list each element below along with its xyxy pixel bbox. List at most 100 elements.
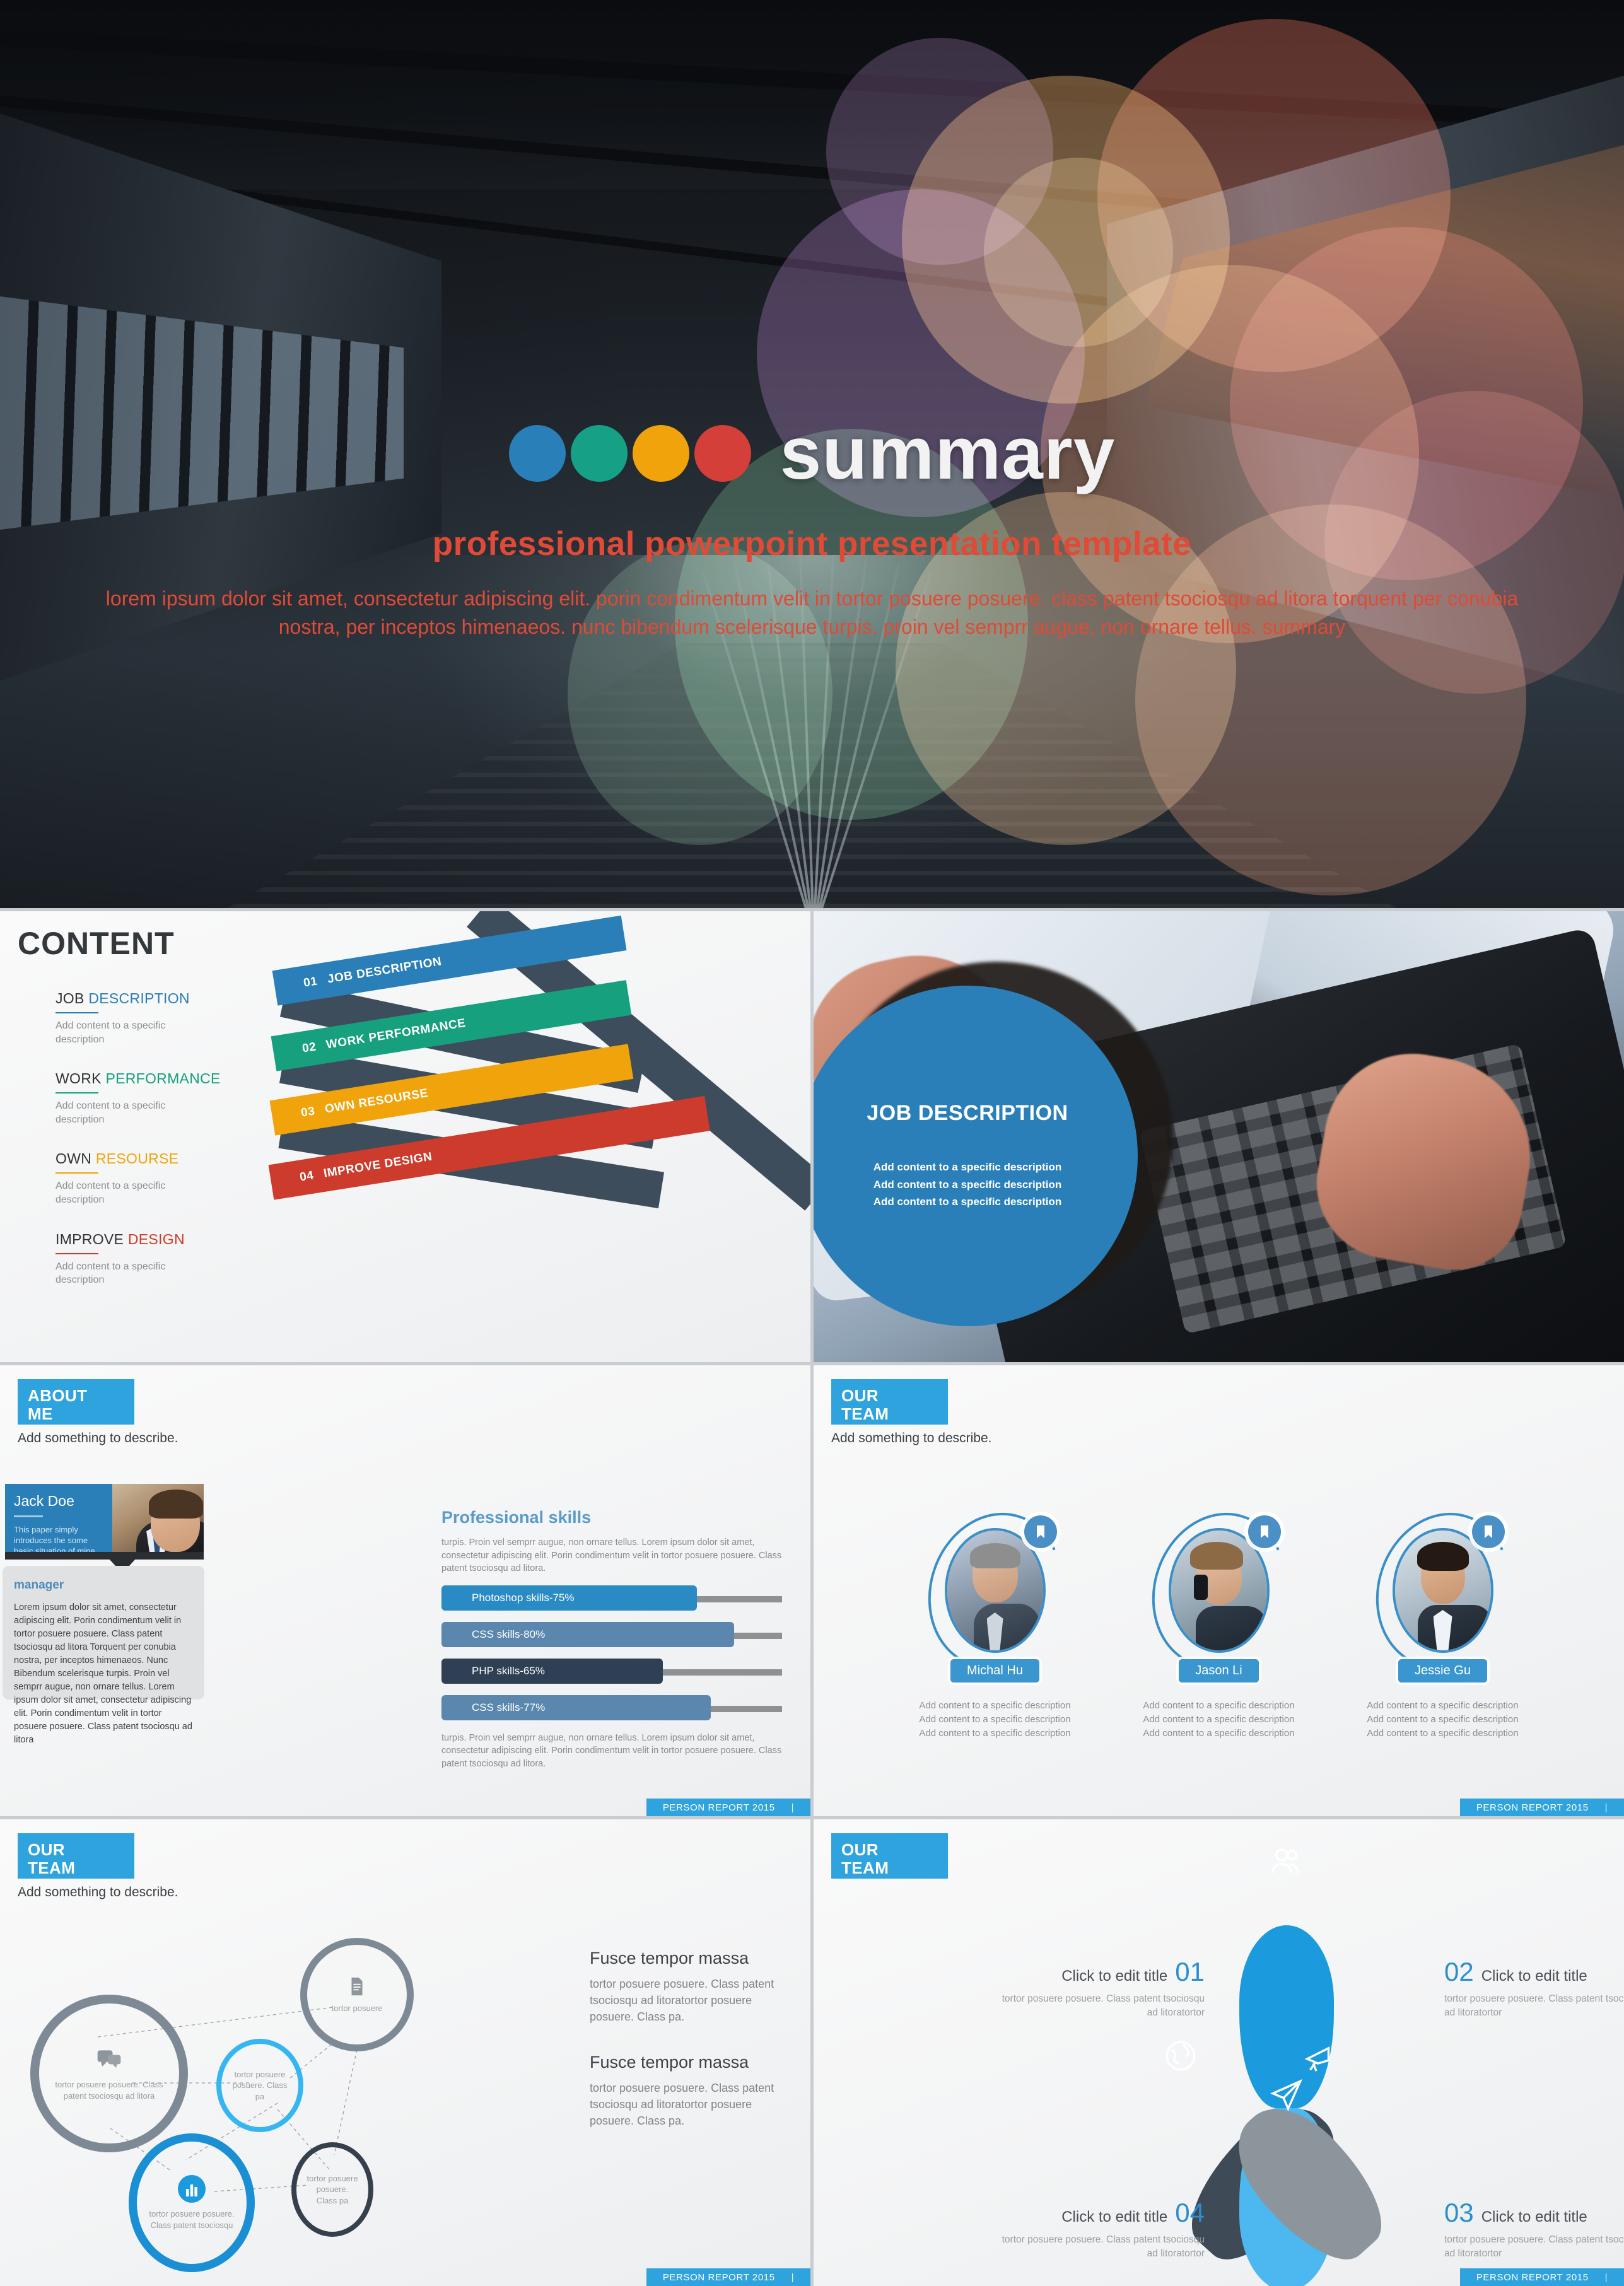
chart-icon <box>178 2174 206 2206</box>
content-item-own-resourse[interactable]: OWN RESOURSE Add content to a specific d… <box>55 1150 264 1206</box>
petal-label-03[interactable]: 03 Click to edit title tortor posuere po… <box>1444 2198 1624 2261</box>
heading-line-1: ABOUT <box>28 1386 88 1405</box>
petal-body: tortor posuere posuere. Class patent tso… <box>1002 1993 1205 2018</box>
petal-title: Click to edit title <box>1481 1968 1587 1985</box>
block-title: Fusce tempor massa <box>590 2053 749 2072</box>
dot-green <box>570 425 628 482</box>
content-item-description: Add content to a specific description <box>55 1020 166 1045</box>
skill-bar-row[interactable]: CSS skills-80% <box>441 1621 782 1650</box>
hero-title: summary <box>780 412 1116 495</box>
dot-orange <box>632 425 689 482</box>
content-item-label-accent: PERFORMANCE <box>105 1070 221 1087</box>
dot-red <box>694 425 751 482</box>
network-node-chat[interactable]: tortor posuere posuere. Class patent tso… <box>30 1995 188 2152</box>
petal-number: 01 <box>1175 1957 1205 1986</box>
content-item-rule <box>55 1012 98 1013</box>
footer-badge: PERSON REPORT 2015 | <box>646 2268 810 2286</box>
petal-title: Click to edit title <box>1061 2208 1168 2225</box>
section-heading: ABOUT ME Add something to describe. <box>18 1379 178 1446</box>
petal-label-01[interactable]: Click to edit title 01 tortor posuere po… <box>996 1957 1205 2020</box>
skills-note-bottom: turpis. Proin vel semprr augue, non orna… <box>441 1732 782 1769</box>
content-item-description: Add content to a specific description <box>55 1100 166 1125</box>
content-item-label-dark: JOB <box>55 990 85 1006</box>
network-node-document[interactable]: tortor posuere <box>300 1938 414 2051</box>
person-role-body: Lorem ipsum dolor sit amet, consectetur … <box>14 1602 192 1746</box>
footer-divider: | <box>791 2271 795 2283</box>
network-node-text: tortor posuere posuere. Class patent tso… <box>55 2079 163 2101</box>
footer-text: PERSON REPORT 2015 <box>1476 2271 1589 2283</box>
skill-bar-row[interactable]: CSS skills-77% <box>441 1694 782 1723</box>
network-node-dark[interactable]: tortor posuere posuere. Class pa <box>291 2142 373 2237</box>
skill-label: PHP skills-65% <box>472 1664 545 1677</box>
petal-label-02[interactable]: 02 Click to edit title tortor posuere po… <box>1444 1957 1624 2020</box>
network-node-text: tortor posuere <box>331 2003 383 2013</box>
ribbon-diagram: 01 JOB DESCRIPTION 02 WORK PERFORMANCE 0… <box>268 911 810 1362</box>
petal-body: tortor posuere posuere. Class patent tso… <box>1002 2234 1205 2259</box>
bookmark-icon <box>1471 1515 1505 1548</box>
skill-label: CSS skills-80% <box>472 1628 546 1640</box>
footer-divider: | <box>1604 2271 1608 2283</box>
network-node-light-blue[interactable]: tortor posuere posuere. Class pa <box>216 2039 303 2132</box>
footer-badge: PERSON REPORT 2015 | <box>646 1799 810 1816</box>
petal-title: Click to edit title <box>1481 2208 1587 2225</box>
section-subtitle: Add something to describe. <box>831 1431 992 1445</box>
team-member-description: Add content to a specific description Ad… <box>1143 1700 1295 1739</box>
block-body: tortor posuere posuere. Class patent tso… <box>590 1978 774 2024</box>
ribbon-label: JOB DESCRIPTION <box>326 955 443 986</box>
content-item-work-performance[interactable]: WORK PERFORMANCE Add content to a specif… <box>55 1070 264 1126</box>
content-item-improve-design[interactable]: IMPROVE DESIGN Add content to a specific… <box>55 1231 264 1287</box>
skill-bar-row[interactable]: Photoshop skills-75% <box>441 1585 782 1614</box>
content-item-description: Add content to a specific description <box>55 1181 166 1205</box>
section-heading: OUR TEAM Add something to describe. <box>18 1833 178 1900</box>
ribbon-label: IMPROVE DESIGN <box>322 1150 433 1181</box>
person-card[interactable]: Jack Doe This paper simply introduces th… <box>5 1484 204 1557</box>
content-item-label-dark: IMPROVE <box>55 1230 124 1247</box>
heading-line-1: OUR <box>28 1840 65 1859</box>
content-slide: CONTENT JOB DESCRIPTION Add content to a… <box>0 911 810 1362</box>
about-me-slide: ABOUT ME Add something to describe. Jack… <box>0 1365 810 1816</box>
content-item-label-dark: WORK <box>55 1070 102 1087</box>
content-item-job-description[interactable]: JOB DESCRIPTION Add content to a specifi… <box>55 990 264 1046</box>
megaphone-icon <box>1301 2038 1338 2077</box>
petal-number: 03 <box>1444 2198 1474 2227</box>
footer-badge: PERSON REPORT 2015 | <box>1460 2268 1624 2286</box>
petal-label-04[interactable]: Click to edit title 04 tortor posuere po… <box>996 2198 1205 2261</box>
content-item-label-dark: OWN <box>55 1150 92 1167</box>
skill-label: CSS skills-77% <box>472 1701 546 1713</box>
person-role: manager <box>14 1578 64 1592</box>
team-member[interactable]: Michal Hu Add content to a specific desc… <box>908 1495 1082 1740</box>
content-item-label-accent: DESCRIPTION <box>88 990 190 1006</box>
skill-bar-row[interactable]: PHP skills-65% <box>441 1658 782 1687</box>
network-node-chart[interactable]: tortor posuere posuere. Class patent tso… <box>129 2133 255 2272</box>
section-subtitle: Add something to describe. <box>18 1885 178 1899</box>
team-member-list: Michal Hu Add content to a specific desc… <box>814 1495 1624 1740</box>
network-diagram: tortor posuere posuere. Class patent tso… <box>6 1920 536 2273</box>
network-text-blocks: Fusce tempor massa tortor posuere posuer… <box>590 1949 785 2157</box>
slide-row-2: CONTENT JOB DESCRIPTION Add content to a… <box>0 911 1624 1362</box>
ribbon-number: 04 <box>298 1169 315 1184</box>
petal-team-slide: OUR TEAM Click to edit title 01 tortor p… <box>814 1819 1624 2286</box>
skills-title: Professional skills <box>441 1508 592 1527</box>
team-member-name: Michal Hu <box>950 1659 1039 1682</box>
skill-label: Photoshop skills-75% <box>472 1591 575 1604</box>
ribbon-number: 02 <box>301 1040 318 1056</box>
team-member[interactable]: Jessie Gu Add content to a specific desc… <box>1355 1495 1530 1740</box>
bookmark-icon <box>1024 1515 1057 1548</box>
job-description-line: Add content to a specific description <box>873 1161 1062 1174</box>
content-item-rule <box>55 1172 98 1174</box>
hero-color-dots <box>508 425 751 482</box>
slide-row-3: ABOUT ME Add something to describe. Jack… <box>0 1365 1624 1816</box>
globe-icon <box>1162 2038 1199 2077</box>
name-rule <box>14 1515 43 1517</box>
content-item-label-accent: DESIGN <box>127 1230 185 1247</box>
chat-icon <box>95 2046 123 2077</box>
heading-line-1: OUR <box>841 1840 879 1859</box>
person-photo <box>112 1484 204 1557</box>
person-name: Jack Doe <box>14 1493 74 1509</box>
network-node-text: tortor posuere posuere. Class pa <box>307 2173 358 2205</box>
skill-bar-list: Photoshop skills-75% CSS skills-80% PHP … <box>441 1585 782 1723</box>
footer-badge: PERSON REPORT 2015 | <box>1460 1799 1624 1816</box>
network-team-slide: OUR TEAM Add something to describe. tort… <box>0 1819 810 2286</box>
network-node-text: tortor posuere posuere. Class patent tso… <box>149 2208 235 2230</box>
team-member[interactable]: Jason Li Add content to a specific descr… <box>1131 1495 1306 1740</box>
